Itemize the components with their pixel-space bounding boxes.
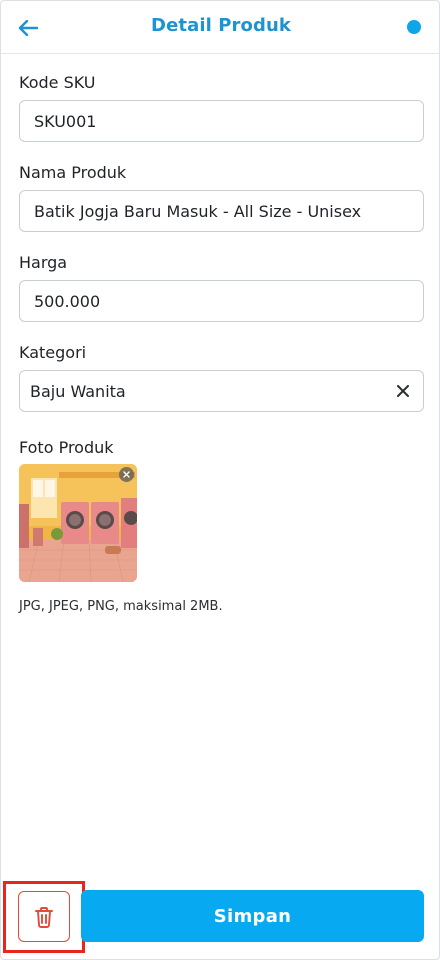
close-icon [397,385,409,397]
product-photo-image [19,464,137,582]
trash-icon [35,906,53,928]
app-header: Detail Produk [1,1,440,54]
photo-hint: JPG, JPEG, PNG, maksimal 2MB. [19,599,223,614]
sku-label: Kode SKU [19,73,96,92]
close-icon [123,471,130,478]
category-select[interactable]: Baju Wanita [19,370,424,412]
product-photo-thumbnail[interactable] [19,464,137,582]
status-dot [407,20,421,34]
screen: Detail Produk Kode SKU SKU001 Nama Produ… [0,0,440,960]
category-value: Baju Wanita [30,381,126,401]
photo-remove-button[interactable] [119,467,134,482]
product-name-value: Batik Jogja Baru Masuk - All Size - Unis… [34,201,362,221]
page-title: Detail Produk [151,15,291,36]
price-field[interactable]: 500.000 [19,280,424,322]
sku-value: SKU001 [34,111,97,131]
price-value: 500.000 [34,291,101,311]
save-button[interactable]: Simpan [81,890,424,942]
delete-button[interactable] [18,891,70,942]
sku-field[interactable]: SKU001 [19,100,424,142]
product-name-label: Nama Produk [19,163,127,182]
price-label: Harga [19,253,68,272]
category-label: Kategori [19,343,87,362]
category-clear-button[interactable] [393,381,413,401]
photo-label: Foto Produk [19,438,114,457]
product-name-field[interactable]: Batik Jogja Baru Masuk - All Size - Unis… [19,190,424,232]
